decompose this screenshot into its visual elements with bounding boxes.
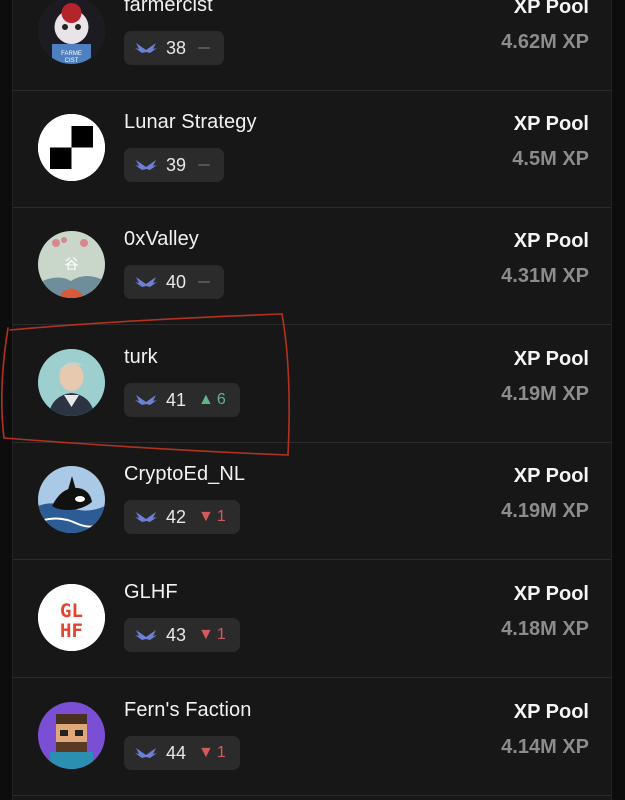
wings-icon: [135, 160, 157, 170]
leaderboard-row[interactable]: GL HF GLHF 43 ▼ 1 XP Pool 4.18M XP: [13, 561, 611, 678]
glhf-avatar: GL HF: [38, 584, 105, 651]
xp-pool-label: XP Pool: [513, 230, 589, 252]
xp-pool-label: XP Pool: [513, 701, 589, 723]
rank-badge: 44 ▼ 1: [124, 736, 240, 770]
dash-icon: [198, 47, 211, 49]
player-name: farmercist: [124, 0, 213, 16]
leaderboard-row[interactable]: FARME CIST farmercist 38 XP Pool 4.62M X…: [13, 0, 611, 91]
wings-icon: [135, 748, 157, 758]
dash-icon: [198, 164, 211, 166]
svg-text:FARME: FARME: [61, 51, 82, 57]
rank-change-down: ▼ 1: [198, 744, 226, 762]
xp-pool-label: XP Pool: [513, 583, 589, 605]
xp-pool-label: XP Pool: [513, 348, 589, 370]
svg-text:GL: GL: [60, 600, 83, 622]
rank-number: 38: [166, 37, 187, 58]
leaderboard-row[interactable]: CryptoEd_NL 42 ▼ 1 XP Pool 4.19M XP: [13, 443, 611, 560]
triangle-down-icon: ▼: [198, 744, 214, 761]
xp-pool-label: XP Pool: [513, 113, 589, 135]
lunar-strategy-avatar: [38, 114, 105, 181]
xp-value: 4.19M XP: [501, 383, 589, 405]
rank-badge: 39: [124, 148, 225, 182]
player-name: GLHF: [124, 581, 178, 603]
rank-number: 43: [166, 624, 187, 645]
leaderboard-row[interactable]: Lunar Strategy 39 XP Pool 4.5M XP: [13, 91, 611, 208]
player-name: CryptoEd_NL: [124, 463, 246, 485]
rank-change-none: [198, 47, 211, 49]
player-name: Lunar Strategy: [124, 111, 257, 133]
rank-badge: 38: [124, 31, 225, 65]
xp-pool-label: XP Pool: [513, 0, 589, 18]
rank-change-down: ▼ 1: [198, 626, 226, 644]
wings-icon: [135, 512, 157, 522]
rank-change-down: ▼ 1: [198, 508, 226, 526]
wings-icon: [135, 630, 157, 640]
leaderboard-row[interactable]: turk 41 ▲ 6 XP Pool 4.19M XP: [13, 326, 611, 443]
rank-change-value: 1: [216, 508, 226, 525]
wings-icon: [135, 277, 157, 287]
player-name: 0xValley: [124, 228, 199, 250]
rank-badge: 42 ▼ 1: [124, 500, 240, 534]
xp-value: 4.5M XP: [512, 148, 589, 170]
rank-change-value: 1: [216, 626, 226, 643]
svg-text:谷: 谷: [65, 257, 79, 273]
leaderboard-row[interactable]: Fern's Faction 44 ▼ 1 XP Pool 4.14M XP: [13, 679, 611, 796]
valley-avatar: 谷: [38, 231, 105, 298]
svg-text:HF: HF: [60, 620, 83, 642]
rank-badge: 40: [124, 265, 225, 299]
triangle-down-icon: ▼: [198, 626, 214, 643]
dash-icon: [198, 281, 211, 283]
xp-pool-label: XP Pool: [513, 465, 589, 487]
xp-value: 4.19M XP: [501, 500, 589, 522]
xp-value: 4.62M XP: [501, 31, 589, 53]
rank-badge: 43 ▼ 1: [124, 618, 240, 652]
rank-change-none: [198, 281, 211, 283]
farmercist-avatar: FARME CIST: [38, 0, 105, 64]
leaderboard-panel: FARME CIST farmercist 38 XP Pool 4.62M X…: [12, 0, 612, 800]
svg-text:CIST: CIST: [65, 58, 79, 64]
rank-badge: 41 ▲ 6: [124, 383, 240, 417]
xp-value: 4.18M XP: [501, 618, 589, 640]
player-name: turk: [124, 346, 158, 368]
xp-value: 4.31M XP: [501, 265, 589, 287]
triangle-up-icon: ▲: [198, 391, 214, 408]
xp-value: 4.14M XP: [501, 736, 589, 758]
pixel-avatar: [38, 702, 105, 769]
rank-number: 39: [166, 154, 187, 175]
rank-change-value: 6: [216, 391, 226, 408]
rank-number: 41: [166, 389, 187, 410]
rank-change-value: 1: [216, 744, 226, 761]
rank-number: 44: [166, 742, 187, 763]
leaderboard-row[interactable]: 谷 0xValley 40 XP Pool 4.31M XP: [13, 208, 611, 325]
rank-number: 42: [166, 506, 187, 527]
rank-number: 40: [166, 271, 187, 292]
triangle-down-icon: ▼: [198, 508, 214, 525]
rank-change-none: [198, 164, 211, 166]
rank-change-up: ▲ 6: [198, 391, 226, 409]
player-name: Fern's Faction: [124, 699, 252, 721]
orca-avatar: [38, 466, 105, 533]
turk-avatar: [38, 349, 105, 416]
wings-icon: [135, 395, 157, 405]
wings-icon: [135, 43, 157, 53]
